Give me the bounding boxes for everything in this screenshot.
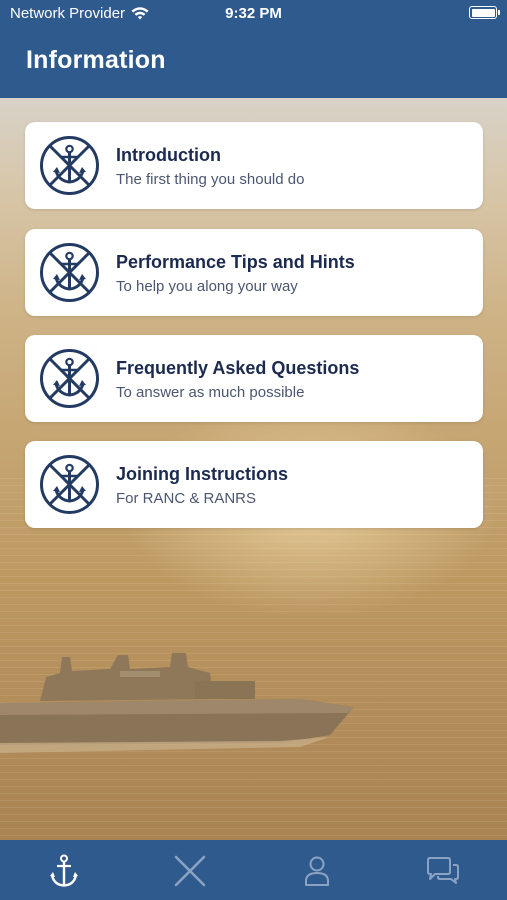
tab-home[interactable] xyxy=(44,854,84,888)
status-time: 9:32 PM xyxy=(225,5,282,22)
list-item-performance-tips[interactable]: Performance Tips and Hints To help you a… xyxy=(25,229,483,316)
status-bar: Network Provider 9:32 PM xyxy=(0,0,507,28)
tab-messages[interactable] xyxy=(423,854,463,888)
battery-icon xyxy=(469,6,500,19)
list-item-joining-instructions[interactable]: Joining Instructions For RANC & RANRS xyxy=(25,441,483,528)
ship-image xyxy=(0,653,354,753)
anchor-badge-icon xyxy=(40,243,99,302)
status-right xyxy=(469,6,500,19)
page-title: Information xyxy=(26,46,166,74)
person-icon xyxy=(305,856,329,886)
anchor-icon xyxy=(50,854,78,887)
crossed-tools-icon xyxy=(174,855,206,887)
tab-profile[interactable] xyxy=(297,854,337,888)
chat-bubbles-icon xyxy=(427,857,459,884)
item-title: Frequently Asked Questions xyxy=(116,358,360,378)
top-navigation-bar: Network Provider 9:32 PM Information xyxy=(0,0,507,98)
item-subtitle: For RANC & RANRS xyxy=(116,490,257,507)
item-subtitle: To answer as much possible xyxy=(116,384,305,401)
anchor-badge-icon xyxy=(40,349,99,408)
tab-tools[interactable] xyxy=(170,854,210,888)
item-subtitle: To help you along your way xyxy=(116,278,298,295)
item-subtitle: The first thing you should do xyxy=(116,171,305,188)
anchor-badge-icon xyxy=(40,136,99,195)
item-title: Performance Tips and Hints xyxy=(116,252,355,272)
item-title: Joining Instructions xyxy=(116,464,289,484)
list-item-faq[interactable]: Frequently Asked Questions To answer as … xyxy=(25,335,483,422)
bottom-tab-bar xyxy=(0,840,507,900)
list-item-introduction[interactable]: Introduction The first thing you should … xyxy=(25,122,483,209)
item-title: Introduction xyxy=(116,145,221,165)
anchor-badge-icon xyxy=(40,455,99,514)
